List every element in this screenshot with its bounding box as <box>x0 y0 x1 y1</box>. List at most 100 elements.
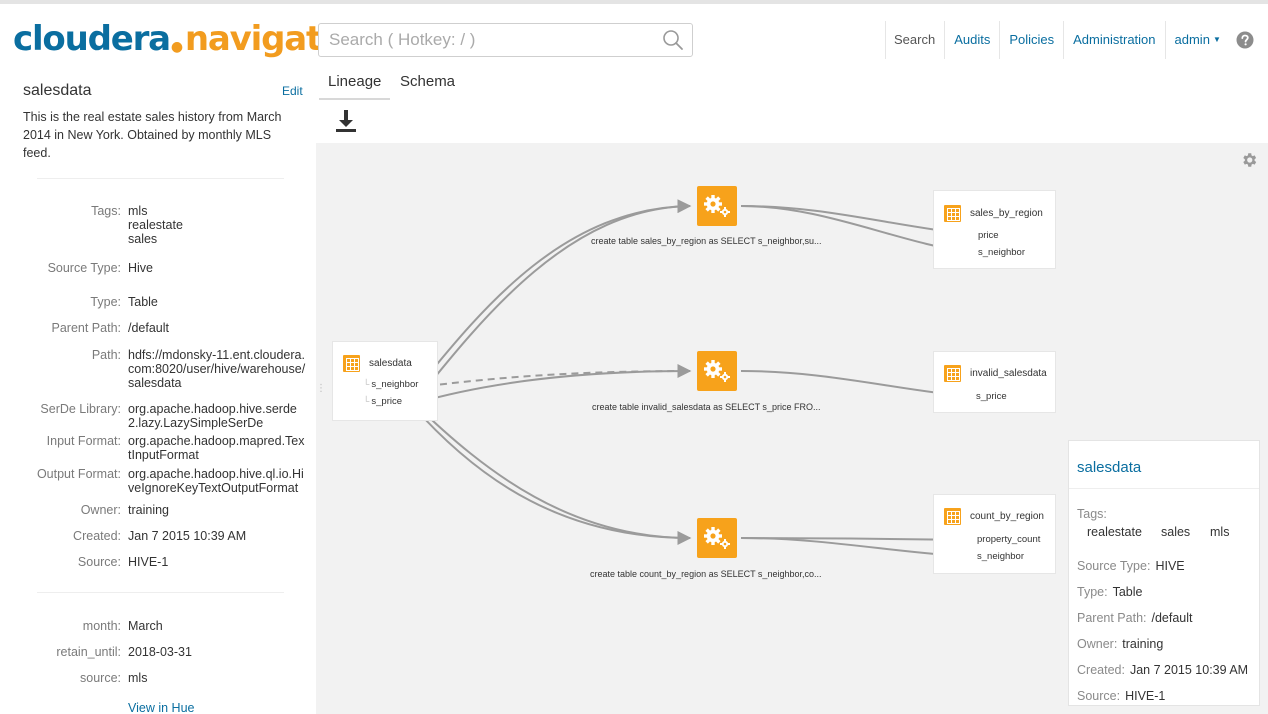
cloudera-navigator-logo[interactable]: cloudera●navigator <box>13 16 360 62</box>
entity-title: salesdata <box>23 82 92 99</box>
property-value: /default <box>128 321 170 335</box>
card-row-label: Owner: <box>1077 637 1118 651</box>
tab-bar: Lineage Schema <box>319 66 1268 100</box>
nav-audits[interactable]: Audits <box>946 21 998 59</box>
tag[interactable]: sales <box>1161 525 1190 539</box>
edge <box>415 199 692 391</box>
logo-brand: cloudera <box>13 19 171 59</box>
operation-gears-icon <box>704 527 730 549</box>
custom-property-value: 2018-03-31 <box>128 645 192 659</box>
nav-administration[interactable]: Administration <box>1065 21 1163 59</box>
property-label: Source Type: <box>47 261 121 275</box>
property-value: training <box>128 503 169 517</box>
operation-label: create table invalid_salesdata as SELECT… <box>592 402 821 412</box>
custom-property-value: mls <box>128 671 148 685</box>
top-bar: cloudera●navigator Search Audits Policie… <box>0 0 1268 66</box>
property-value: HIVE-1 <box>128 555 169 569</box>
nav-search[interactable]: Search <box>886 21 943 59</box>
edit-link[interactable]: Edit <box>282 84 303 98</box>
card-row-value: training <box>1122 637 1164 651</box>
card-title[interactable]: salesdata <box>1077 459 1141 476</box>
nav-policies[interactable]: Policies <box>1001 21 1062 59</box>
column-item[interactable]: price <box>978 230 999 241</box>
search-icon[interactable] <box>662 29 684 51</box>
card-tags-label: Tags: <box>1077 507 1107 521</box>
tag[interactable]: mls <box>1210 525 1229 539</box>
tag[interactable]: realestate <box>128 218 306 232</box>
card-row-label: Parent Path: <box>1077 611 1147 625</box>
card-row-value: HIVE-1 <box>1125 689 1166 703</box>
table-icon <box>944 508 961 525</box>
tab-schema[interactable]: Schema <box>391 66 464 100</box>
tag[interactable]: mls <box>128 204 306 218</box>
column-item[interactable]: s_neighbor <box>978 247 1025 258</box>
target-table-node[interactable]: sales_by_region price s_neighbor <box>933 190 1056 269</box>
logo-mark: ● <box>170 39 183 55</box>
source-table-node[interactable]: salesdata └ s_neighbor └ s_price <box>332 341 438 421</box>
custom-property-label: source: <box>80 671 121 685</box>
lineage-toolbar <box>319 100 1268 143</box>
card-row: Owner: training <box>1077 637 1163 651</box>
help-icon[interactable] <box>1236 31 1254 49</box>
tag[interactable]: realestate <box>1087 525 1142 539</box>
table-name: salesdata <box>369 358 412 369</box>
property-label: Type: <box>90 295 121 309</box>
view-in-hue-link[interactable]: View in Hue <box>128 701 194 714</box>
property-label: Parent Path: <box>51 321 122 335</box>
user-name: admin <box>1174 31 1210 47</box>
search-box <box>318 23 693 57</box>
edge-dashed <box>427 370 691 387</box>
column-item[interactable]: └ s_neighbor <box>363 379 418 390</box>
column-item[interactable]: s_price <box>976 391 1007 402</box>
property-value: org.apache.hadoop.mapred.TextInputFormat <box>128 434 305 462</box>
nav-divider <box>999 21 1001 59</box>
search-input[interactable] <box>319 24 692 56</box>
download-icon[interactable] <box>335 109 357 133</box>
operation-label: create table count_by_region as SELECT s… <box>590 569 822 579</box>
custom-property-label: retain_until: <box>56 645 121 659</box>
entity-details-panel: salesdata Edit This is the real estate s… <box>0 66 314 714</box>
card-row-label: Created: <box>1077 663 1125 677</box>
user-menu[interactable]: admin ▼ <box>1167 21 1229 60</box>
property-value: hdfs://mdonsky-11.ent.cloudera.com:8020/… <box>128 348 306 390</box>
operation-node[interactable] <box>697 186 737 226</box>
property-value: Hive <box>128 261 154 275</box>
operation-gears-icon <box>704 360 730 382</box>
column-item[interactable]: └ s_price <box>363 396 402 407</box>
property-label: Output Format: <box>36 467 121 481</box>
property-value: Jan 7 2015 10:39 AM <box>128 529 247 543</box>
operation-node[interactable] <box>697 518 737 558</box>
edge <box>413 402 692 545</box>
column-name: s_neighbor <box>977 551 1025 562</box>
tab-lineage[interactable]: Lineage <box>319 66 391 100</box>
chevron-down-icon: ▼ <box>1212 35 1221 45</box>
table-name: count_by_region <box>970 511 1044 522</box>
table-icon <box>944 205 961 222</box>
entity-description: This is the real estate sales history fr… <box>23 110 282 160</box>
card-row-label: Source: <box>1077 689 1121 703</box>
target-table-node[interactable]: invalid_salesdata s_price <box>933 351 1056 413</box>
property-value: org.apache.hadoop.hive.ql.io.HiveIgnoreK… <box>128 467 304 495</box>
column-item[interactable]: s_neighbor <box>977 551 1024 562</box>
operation-node[interactable] <box>697 351 737 391</box>
target-table-node[interactable]: count_by_region property_count s_neighbo… <box>933 494 1056 574</box>
nav-divider <box>1164 21 1166 59</box>
operation-gears-icon <box>704 195 730 217</box>
property-label: SerDe Library: <box>40 402 121 416</box>
property-value: org.apache.hadoop.hive.serde2.lazy.LazyS… <box>128 402 297 430</box>
column-name: price <box>978 230 999 241</box>
table-icon <box>944 365 961 382</box>
custom-property-label: month: <box>82 619 121 633</box>
tag-list: mls realestate sales <box>128 204 306 246</box>
nav-divider <box>1063 21 1065 59</box>
card-row: Source: HIVE-1 <box>1077 689 1165 703</box>
tag[interactable]: sales <box>128 232 306 246</box>
card-row-value: /default <box>1151 611 1193 625</box>
column-item[interactable]: property_count <box>977 534 1040 545</box>
gear-icon[interactable] <box>1240 151 1258 169</box>
tree-branch-icon: └ <box>363 379 370 389</box>
card-row: Type: Table <box>1077 585 1142 599</box>
table-icon <box>343 355 360 372</box>
drag-handle[interactable]: ⋮ <box>316 384 326 408</box>
card-row-value: HIVE <box>1155 559 1185 573</box>
